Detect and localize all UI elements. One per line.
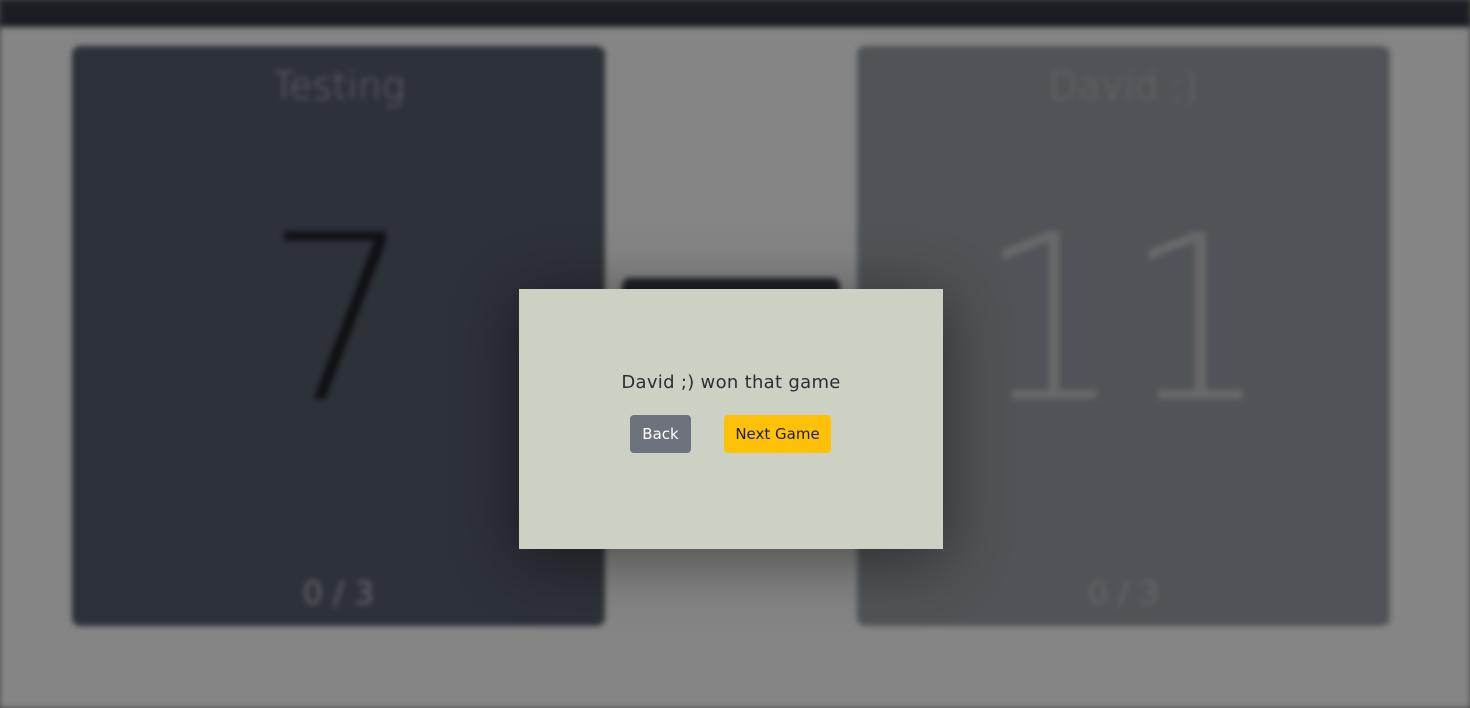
next-game-button[interactable]: Next Game [724, 415, 831, 453]
back-button[interactable]: Back [630, 415, 691, 453]
game-over-modal: David ;) won that game Back Next Game [519, 289, 943, 549]
winner-message: David ;) won that game [621, 372, 841, 393]
